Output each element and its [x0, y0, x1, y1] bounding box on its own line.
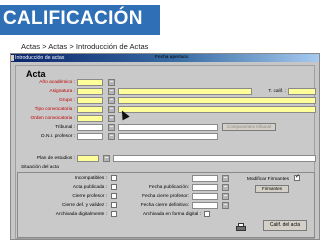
window-icon [11, 55, 14, 61]
grupo-field[interactable] [77, 97, 103, 104]
grupo-description-field[interactable] [118, 97, 316, 104]
fecha-cierre-definitivo-field[interactable] [192, 202, 218, 209]
fecha-publicacion-label: Fecha publicación: [149, 185, 189, 190]
grupo-lov-button[interactable] [108, 97, 115, 104]
fecha-cierre-profesor-field[interactable] [192, 193, 218, 200]
orden-convocatoria-field[interactable] [77, 115, 103, 122]
tipo-convocatoria-description-field[interactable] [118, 106, 316, 113]
plan-estudios-description-field[interactable] [113, 155, 316, 162]
fecha-cierre-profesor-calendar-button[interactable] [222, 193, 229, 200]
fecha-cierre-definitivo-calendar-button[interactable] [222, 202, 229, 209]
fecha-publicacion-field[interactable] [192, 184, 218, 191]
cierre-profesor-checkbox[interactable] [111, 193, 117, 199]
archivada-forma-digital-label: Archivada en forma digital : [142, 212, 201, 217]
app-window: Introducción de actas Acta Año académico… [10, 53, 320, 240]
form-heading: Acta [26, 69, 46, 79]
archivada-forma-digital-checkbox[interactable] [204, 211, 210, 217]
acta-publicada-checkbox[interactable] [111, 184, 117, 190]
cierre-definitivo-label: Cierre def. y validez : [61, 203, 107, 208]
tipo-convocatoria-lov-button[interactable] [108, 106, 115, 113]
firmantes-button[interactable]: Firmantes [255, 185, 289, 193]
ano-academico-lov-button[interactable] [108, 79, 115, 86]
fecha-cierre-definitivo-label: Fecha cierre definitivo: [140, 203, 189, 208]
modificar-firmantes-label: Modificar Firmantes [246, 177, 289, 182]
plan-estudios-lov-button[interactable] [103, 155, 110, 162]
slide-title: CALIFICACIÓN [3, 8, 143, 29]
dni-profesor-lov-button[interactable] [108, 133, 115, 140]
fecha-apertura-field[interactable] [192, 175, 218, 182]
printer-icon[interactable] [236, 223, 246, 232]
fecha-apertura-label: Fecha apertura: [155, 55, 189, 60]
asignatura-lov-button[interactable] [108, 88, 115, 95]
tribunal-description-field[interactable] [118, 124, 218, 131]
cierre-definitivo-checkbox[interactable] [111, 202, 117, 208]
plan-estudios-label: Plan de estudios : [36, 156, 75, 161]
fecha-cierre-profesor-label: Fecha cierre profesor: [142, 194, 189, 199]
tribunal-field[interactable] [77, 124, 103, 131]
componentes-tribunal-button[interactable]: Componentes tribunal [222, 123, 276, 131]
orden-convocatoria-label: Orden convocatoria : [30, 116, 75, 121]
t-calif-label: T. calif. : [268, 89, 286, 94]
archivada-digitalmente-label: Archivada digitalmente : [55, 212, 107, 217]
cierre-profesor-label: Cierre profesor : [72, 194, 107, 199]
grupo-label: Grupo : [59, 98, 75, 103]
fecha-apertura-calendar-button[interactable] [222, 175, 229, 182]
incompatibles-label: Incompatibles : [74, 176, 107, 181]
incompatibles-checkbox[interactable] [111, 175, 117, 181]
breadcrumb: Actas > Actas > Introducción de Actas [21, 42, 149, 51]
fecha-publicacion-calendar-button[interactable] [222, 184, 229, 191]
tipo-convocatoria-field[interactable] [77, 106, 103, 113]
ano-academico-label: Año académico : [39, 80, 75, 85]
calificar-acta-button[interactable]: Calif. del acta [263, 220, 307, 231]
tribunal-lov-button[interactable] [108, 124, 115, 131]
profesor-name-field[interactable] [118, 133, 218, 140]
orden-convocatoria-lov-button[interactable] [108, 115, 115, 122]
asignatura-label: Asignatura : [49, 89, 75, 94]
modificar-firmantes-checkbox[interactable] [294, 173, 300, 181]
slide-title-banner: CALIFICACIÓN [0, 5, 160, 35]
asignatura-code-field[interactable] [77, 88, 103, 95]
t-calif-field[interactable] [288, 88, 316, 95]
plan-estudios-code-field[interactable] [77, 155, 99, 162]
tribunal-label: Tribunal : [55, 125, 75, 130]
window-title: Introducción de actas [15, 55, 65, 61]
ano-academico-field[interactable] [77, 79, 103, 86]
tipo-convocatoria-label: Tipo convocatoria : [34, 107, 75, 112]
asignatura-name-field[interactable] [118, 88, 252, 95]
situacion-acta-label: Situación del acta [21, 165, 59, 170]
dni-profesor-field[interactable] [77, 133, 103, 140]
acta-publicada-label: Acta publicada : [72, 185, 107, 190]
dni-profesor-label: D.N.I. profesor : [41, 134, 75, 139]
